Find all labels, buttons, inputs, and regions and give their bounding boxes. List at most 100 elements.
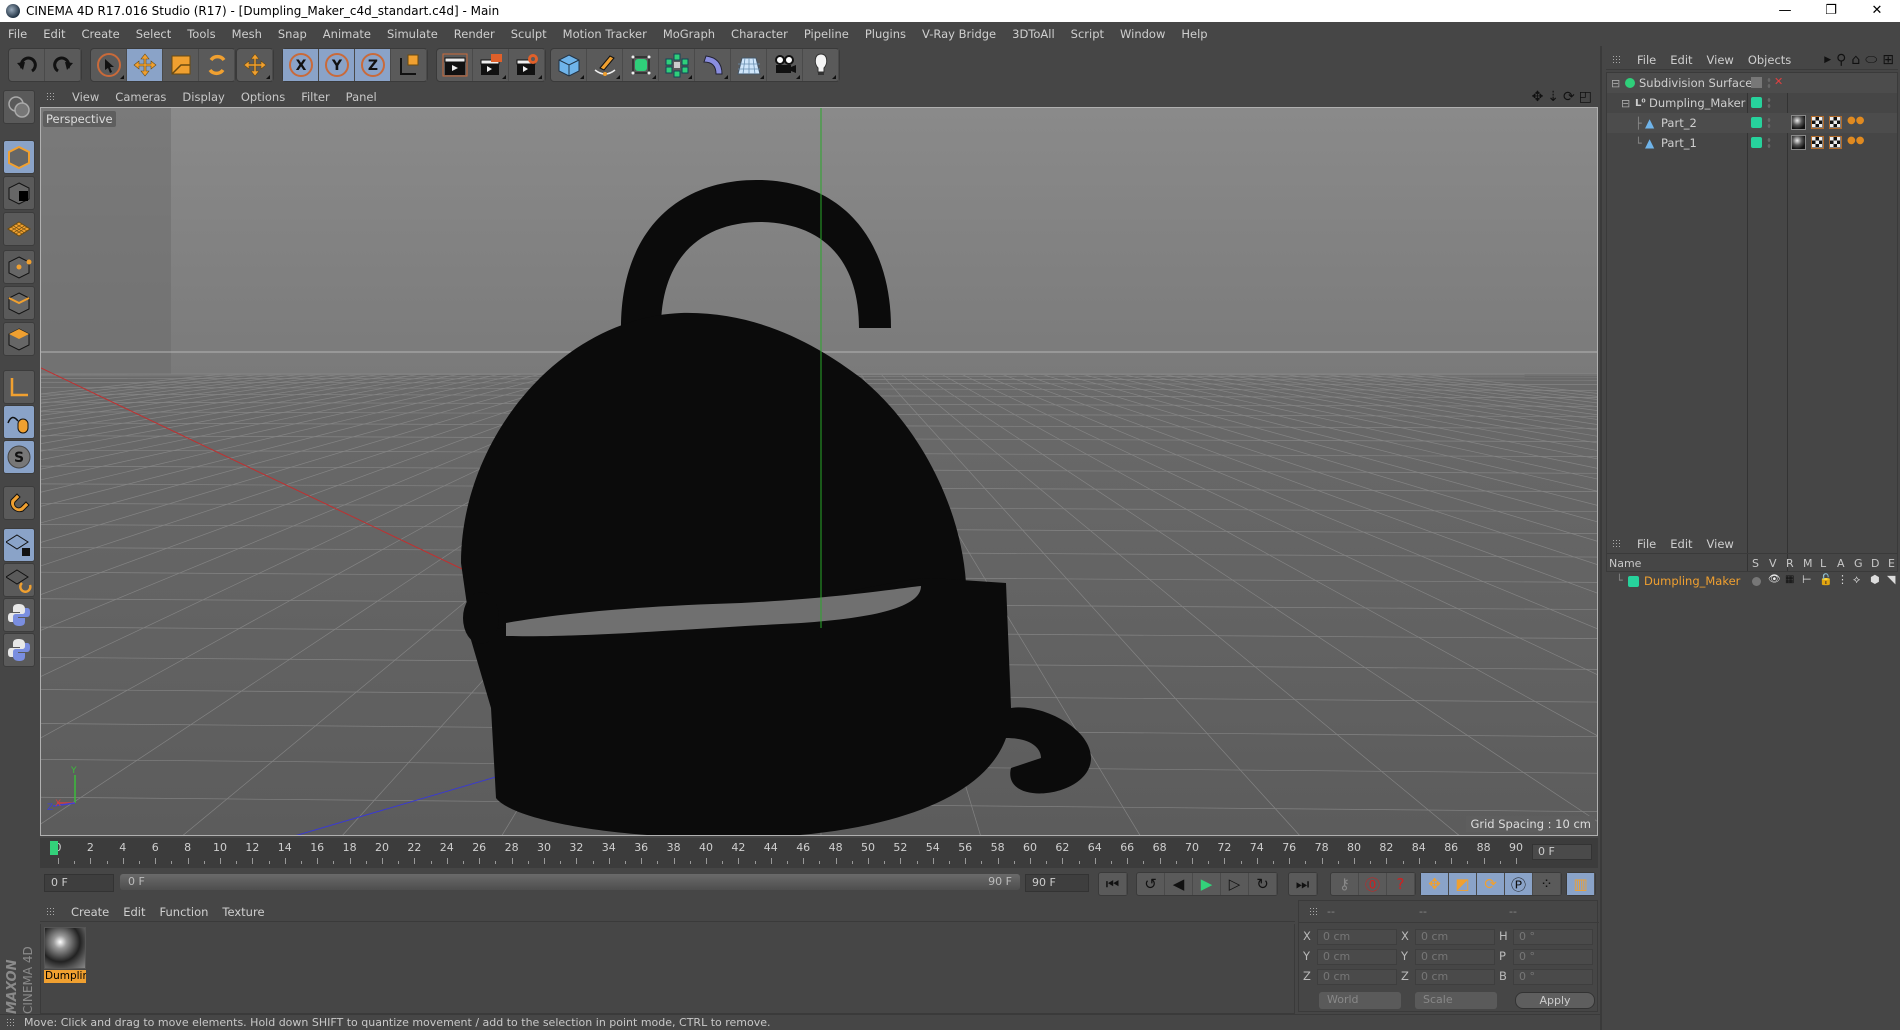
menu-plugins[interactable]: Plugins — [857, 27, 914, 41]
layer-color-icon[interactable] — [1751, 117, 1762, 128]
layer-color-swatch[interactable] — [1628, 576, 1639, 587]
snap-button[interactable] — [3, 486, 35, 520]
collapse-icon[interactable]: ⊟ — [1621, 97, 1630, 110]
menu-vray-bridge[interactable]: V-Ray Bridge — [914, 27, 1004, 41]
render-toggle-icon[interactable]: ▦ — [1785, 574, 1794, 585]
maximize-view-icon[interactable]: ◰ — [1579, 89, 1592, 105]
size-z-field[interactable]: 0 cm — [1415, 969, 1495, 985]
live-selection-button[interactable] — [91, 49, 127, 81]
layer-row[interactable]: └ Dumpling_Maker 👁 ▦ ⊢ 🔓 ⋮ ⟡ ⬢ ◥ — [1606, 573, 1898, 591]
om-menu-file[interactable]: File — [1630, 53, 1663, 67]
col-expressions[interactable]: E — [1888, 557, 1895, 570]
viewport-menu-view[interactable]: View — [64, 90, 107, 104]
viewport-menu-display[interactable]: Display — [174, 90, 232, 104]
object-row-subdivision-surface[interactable]: ⊟ Subdivision Surface ✕ — [1607, 73, 1897, 93]
coordinate-system-button[interactable] — [391, 49, 427, 81]
viewport-menu-cameras[interactable]: Cameras — [107, 90, 174, 104]
menu-tools[interactable]: Tools — [179, 27, 223, 41]
mat-menu-edit[interactable]: Edit — [116, 905, 152, 919]
motion-record-button[interactable]: ⚷ — [1331, 873, 1359, 895]
cube-button[interactable] — [551, 49, 587, 81]
col-locked[interactable]: L — [1820, 557, 1826, 570]
key-rotation-button[interactable]: ⟳ — [1477, 873, 1505, 895]
model-mode-button[interactable] — [3, 140, 35, 174]
expressions-toggle-icon[interactable]: ◥ — [1887, 573, 1895, 586]
generators-toggle-icon[interactable]: ⟡ — [1853, 573, 1860, 587]
om-menu-objects[interactable]: Objects — [1741, 53, 1798, 67]
previous-frame-button[interactable]: ◀ — [1165, 873, 1193, 895]
menu-sculpt[interactable]: Sculpt — [503, 27, 555, 41]
python-script-button-1[interactable] — [3, 598, 35, 632]
mat-menu-create[interactable]: Create — [64, 905, 116, 919]
key-scale-button[interactable]: ◩ — [1449, 873, 1477, 895]
key-parameter-button[interactable]: Ⓟ — [1505, 873, 1533, 895]
texture-tag-icon[interactable] — [1829, 136, 1842, 149]
texture-tag-icon[interactable] — [1829, 116, 1842, 129]
col-manager[interactable]: M — [1803, 557, 1813, 570]
object-name[interactable]: Part_2 — [1661, 116, 1697, 130]
pos-x-field[interactable]: 0 cm — [1317, 929, 1397, 945]
object-row-dumpling-maker[interactable]: ⊟ L⁰ Dumpling_Maker — [1607, 93, 1897, 113]
pos-y-field[interactable]: 0 cm — [1317, 949, 1397, 965]
menu-script[interactable]: Script — [1063, 27, 1112, 41]
object-row-part-1[interactable]: └ ▲ Part_1 ●● — [1607, 133, 1897, 153]
z-axis-lock-button[interactable]: Z — [355, 49, 391, 81]
object-name[interactable]: Part_1 — [1661, 136, 1697, 150]
menu-character[interactable]: Character — [723, 27, 796, 41]
layer-name[interactable]: Dumpling_Maker — [1644, 574, 1740, 588]
coordinate-mode-dropdown[interactable]: World — [1319, 992, 1401, 1009]
key-position-button[interactable]: ✥ — [1421, 873, 1449, 895]
lm-menu-view[interactable]: View — [1700, 537, 1741, 551]
lm-menu-file[interactable]: File — [1630, 537, 1663, 551]
deformer-button[interactable] — [695, 49, 731, 81]
object-row-part-2[interactable]: ├ ▲ Part_2 ●● — [1607, 113, 1897, 133]
col-name[interactable]: Name — [1609, 557, 1641, 570]
tweak-mode-button[interactable] — [3, 405, 35, 439]
menu-edit[interactable]: Edit — [35, 27, 73, 41]
timeline-playhead[interactable] — [50, 841, 58, 855]
visibility-dots-icon[interactable] — [1767, 137, 1771, 149]
play-button[interactable]: ▶ — [1193, 873, 1221, 895]
size-mode-dropdown[interactable]: Scale — [1415, 992, 1497, 1009]
search-icon[interactable]: ⚲ — [1836, 52, 1846, 68]
layer-disabled-icon[interactable] — [1751, 77, 1762, 88]
texture-mode-button[interactable] — [3, 176, 35, 210]
workplane-rotate-button[interactable] — [3, 563, 35, 597]
menu-file[interactable]: File — [0, 27, 35, 41]
menu-simulate[interactable]: Simulate — [379, 27, 446, 41]
object-name[interactable]: Subdivision Surface — [1639, 76, 1752, 90]
next-frame-button[interactable]: ▷ — [1221, 873, 1249, 895]
phong-tag-icon[interactable]: ●● — [1847, 115, 1864, 126]
polygons-mode-button[interactable] — [3, 322, 35, 356]
lm-menu-edit[interactable]: Edit — [1663, 537, 1699, 551]
col-render[interactable]: R — [1786, 557, 1794, 570]
more-menu-arrow-icon[interactable]: ▶ — [1824, 55, 1831, 68]
keyframe-selection-button[interactable]: ? — [1387, 873, 1415, 895]
go-to-end-button[interactable]: ⏭ — [1289, 873, 1317, 895]
rotate-tool-button[interactable] — [199, 49, 235, 81]
col-generators[interactable]: G — [1854, 557, 1863, 570]
cloner-button[interactable] — [659, 49, 695, 81]
x-axis-lock-button[interactable]: X — [283, 49, 319, 81]
minimize-button[interactable]: — — [1762, 0, 1808, 22]
viewport-menu-options[interactable]: Options — [233, 90, 293, 104]
phong-tag-icon[interactable]: ●● — [1847, 135, 1864, 146]
size-x-field[interactable]: 0 cm — [1415, 929, 1495, 945]
lock-toggle-icon[interactable]: 🔓 — [1819, 573, 1833, 586]
visibility-dots-icon[interactable] — [1767, 97, 1771, 109]
mat-menu-texture[interactable]: Texture — [215, 905, 271, 919]
panel-grip-icon[interactable] — [46, 906, 56, 917]
menu-help[interactable]: Help — [1173, 27, 1215, 41]
material-name[interactable]: Dumplir — [44, 970, 86, 983]
home-icon[interactable]: ⌂ — [1851, 52, 1860, 68]
edges-mode-button[interactable] — [3, 286, 35, 320]
axis-mode-button[interactable] — [3, 370, 35, 404]
go-to-start-button[interactable]: ⏮ — [1099, 873, 1127, 895]
apply-button[interactable]: Apply — [1515, 992, 1595, 1009]
start-frame-field[interactable]: 0 F — [44, 874, 114, 892]
material-tag-icon[interactable] — [1791, 135, 1806, 150]
visibility-dots-icon[interactable] — [1767, 117, 1771, 129]
layer-color-icon[interactable] — [1751, 97, 1762, 108]
mat-menu-function[interactable]: Function — [153, 905, 216, 919]
viewport-menu-panel[interactable]: Panel — [338, 90, 385, 104]
